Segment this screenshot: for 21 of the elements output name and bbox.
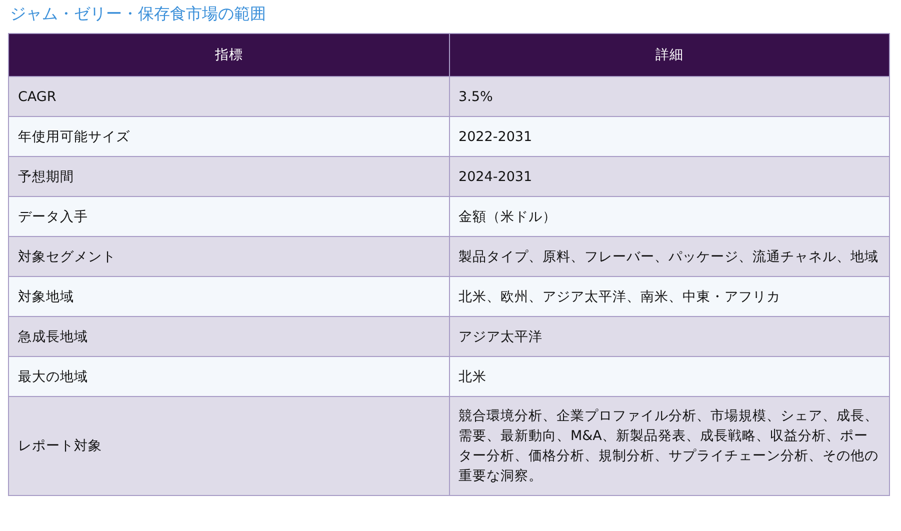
table-cell: 対象セグメント: [8, 236, 449, 276]
table-cell: 3.5%: [449, 76, 890, 116]
table-cell: 金額（米ドル）: [449, 196, 890, 236]
column-header: 指標: [8, 34, 449, 76]
table-cell: データ入手: [8, 196, 449, 236]
table-cell: アジア太平洋: [449, 316, 890, 356]
table-cell: 北米、欧州、アジア太平洋、南米、中東・アフリカ: [449, 276, 890, 316]
table-cell: 北米: [449, 356, 890, 396]
table-cell: 急成長地域: [8, 316, 449, 356]
column-header: 詳細: [449, 34, 890, 76]
table-cell: 年使用可能サイズ: [8, 116, 449, 156]
table-cell: 予想期間: [8, 156, 449, 196]
section-title: ジャム・ゼリー・保存食市場の範囲: [10, 3, 266, 25]
table-cell: 最大の地域: [8, 356, 449, 396]
table-cell: 競合環境分析、企業プロファイル分析、市場規模、シェア、成長、需要、最新動向、M&A、新製品発表、成長戦略、収益分析、ポーター分析、価格分析、規制分析、サプライチェーン分析、その他の重要な洞察。: [449, 396, 890, 496]
table-cell: 2022-2031: [449, 116, 890, 156]
table-cell: 2024-2031: [449, 156, 890, 196]
table-cell: 製品タイプ、原料、フレーバー、パッケージ、流通チャネル、地域: [449, 236, 890, 276]
table-cell: レポート対象: [8, 396, 449, 496]
table-cell: 対象地域: [8, 276, 449, 316]
table-cell: CAGR: [8, 76, 449, 116]
